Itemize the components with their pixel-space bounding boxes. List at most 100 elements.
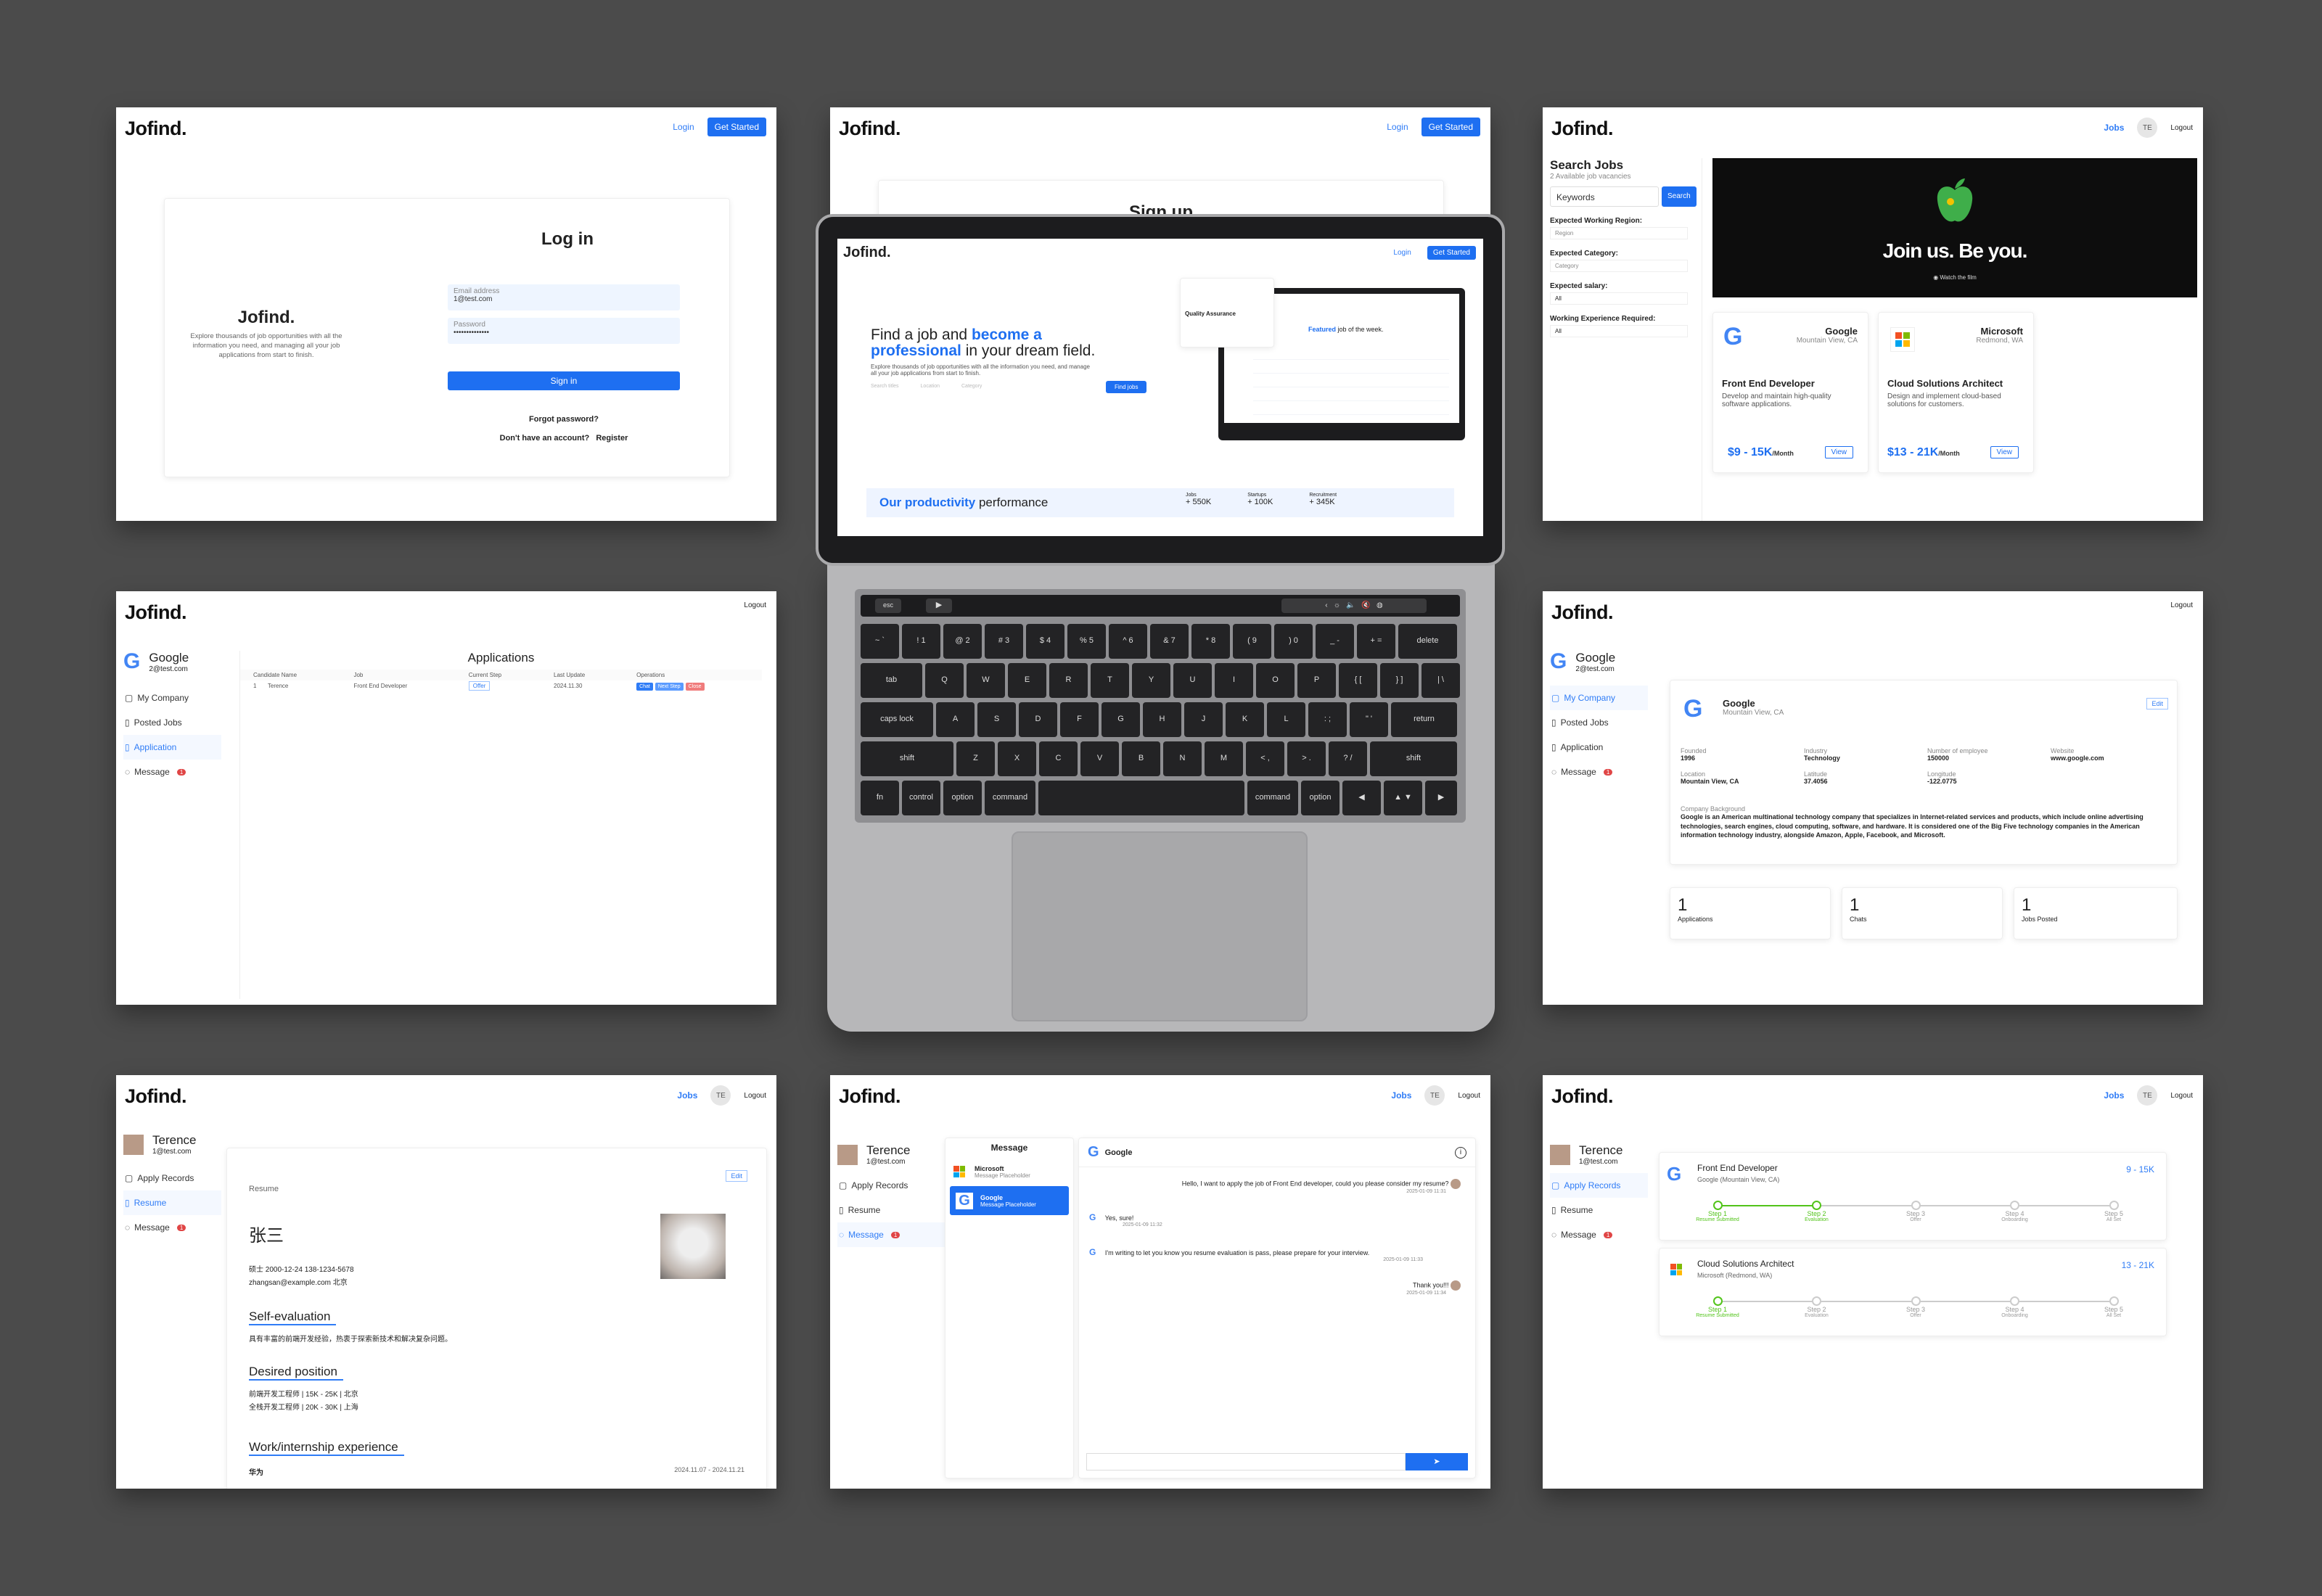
table-row: 1 Terence Front End Developer Offer 2024… [240, 680, 762, 691]
login-link[interactable]: Login [673, 122, 694, 132]
key: ) 0 [1274, 624, 1313, 659]
logo[interactable]: Jofind. [1548, 1085, 1614, 1108]
logout-link[interactable]: Logout [1458, 1092, 1480, 1100]
forgot-password-link[interactable]: Forgot password? [448, 415, 680, 424]
sidebar-item-application[interactable]: ▯ Application [1550, 735, 1648, 760]
record-card[interactable]: G Front End Developer Google (Mountain V… [1659, 1152, 2167, 1241]
logout-link[interactable]: Logout [744, 1092, 766, 1100]
close-button[interactable]: Close [685, 683, 705, 691]
logout-link[interactable]: Logout [744, 601, 766, 609]
video-banner[interactable]: Join us. Be you. ◉ Watch the film [1712, 158, 2197, 297]
jobs-link[interactable]: Jobs [2104, 123, 2124, 133]
thread-item-active[interactable]: G Google Message Placeholder [950, 1186, 1069, 1215]
salary-select[interactable]: All [1550, 292, 1688, 305]
logo[interactable]: Jofind. [122, 1085, 187, 1108]
message-input[interactable] [1086, 1453, 1406, 1470]
sidebar-item-apply-records[interactable]: ▢ Apply Records [837, 1173, 946, 1198]
sidebar-item-resume[interactable]: ▯ Resume [1550, 1198, 1648, 1222]
sidebar-item-message[interactable]: ◌ Message 1 [1550, 1222, 1648, 1247]
sidebar-item-message[interactable]: ◌ Message 1 [123, 1215, 221, 1240]
resume-panel: Jofind. Jobs TE Logout Terence 1@test.com… [116, 1075, 776, 1489]
file-icon: ▯ [1551, 742, 1556, 752]
sign-in-button[interactable]: Sign in [448, 371, 680, 390]
find-jobs-button[interactable]: Find jobs [1106, 381, 1147, 393]
get-started-button[interactable]: Get Started [1421, 118, 1480, 136]
sidebar-item-application[interactable]: ▯ Application [123, 735, 221, 760]
logout-link[interactable]: Logout [2170, 124, 2193, 132]
password-field[interactable]: Password •••••••••••••• [448, 318, 680, 344]
user-avatar[interactable]: TE [1424, 1085, 1445, 1106]
experience-select[interactable]: All [1550, 325, 1688, 337]
logo[interactable]: Jofind. [122, 117, 187, 140]
logout-link[interactable]: Logout [2170, 1092, 2193, 1100]
next-step-button[interactable]: Next Step [655, 683, 684, 691]
chat-button[interactable]: Chat [636, 683, 653, 691]
login-card: Jofind. Explore thousands of job opportu… [164, 198, 730, 477]
logo[interactable]: Jofind. [843, 244, 891, 261]
logo[interactable]: Jofind. [836, 1085, 901, 1108]
thread-item[interactable]: Microsoft Message Placeholder [945, 1157, 1073, 1186]
google-logo-icon: G [1550, 649, 1567, 673]
sidebar-item-my-company[interactable]: ▢ My Company [1550, 686, 1648, 710]
vacancy-count: 2 Available job vacancies [1550, 173, 1631, 181]
sidebar-item-my-company[interactable]: ▢ My Company [123, 686, 221, 710]
category-select[interactable]: Category [1550, 260, 1688, 272]
sidebar-item-posted-jobs[interactable]: ▯ Posted Jobs [123, 710, 221, 735]
view-button[interactable]: View [1824, 446, 1853, 458]
logo[interactable]: Jofind. [1548, 601, 1614, 624]
location-input[interactable]: Location [921, 384, 940, 389]
job-card[interactable]: Microsoft Redmond, WA Cloud Solutions Ar… [1878, 312, 2034, 473]
record-card[interactable]: Cloud Solutions Architect Microsoft (Red… [1659, 1248, 2167, 1336]
sidebar-item-apply-records[interactable]: ▢ Apply Records [1550, 1173, 1648, 1198]
user-avatar[interactable]: TE [2137, 1085, 2158, 1106]
tab-key: tab [861, 663, 922, 698]
hero-text: Find a job and [871, 326, 972, 343]
region-select[interactable]: Region [1550, 227, 1688, 239]
sidebar-item-message[interactable]: ◌ Message 1 [123, 760, 221, 784]
user-avatar[interactable]: TE [2137, 118, 2158, 138]
self-eval-text: 具有丰富的前端开发经验，热衷于探索新技术和解决复杂问题。 [249, 1336, 452, 1344]
send-button[interactable]: ➤ [1406, 1453, 1468, 1470]
email-field[interactable]: Email address 1@test.com [448, 284, 680, 310]
login-link[interactable]: Login [1393, 249, 1411, 257]
login-link[interactable]: Login [1387, 122, 1408, 132]
record-company: Microsoft (Redmond, WA) [1697, 1272, 1773, 1279]
jobs-link[interactable]: Jobs [1391, 1090, 1411, 1101]
edit-button[interactable]: Edit [2146, 698, 2168, 709]
unread-badge: 1 [1603, 1231, 1613, 1238]
watch-film-link[interactable]: ◉ Watch the film [1712, 274, 2197, 281]
sidebar-item-resume[interactable]: ▯ Resume [123, 1190, 221, 1215]
jobs-link[interactable]: Jobs [2104, 1090, 2124, 1101]
register-link[interactable]: Register [596, 434, 628, 443]
search-button[interactable]: Search [1662, 186, 1697, 207]
title-search-input[interactable]: Search titles [871, 384, 899, 389]
edit-button[interactable]: Edit [726, 1170, 747, 1182]
sidebar-item-message[interactable]: ◌ Message 1 [837, 1222, 946, 1247]
job-card[interactable]: G Google Mountain View, CA Front End Dev… [1712, 312, 1868, 473]
logout-link[interactable]: Logout [2170, 601, 2193, 609]
user-avatar[interactable]: TE [710, 1085, 731, 1106]
view-button[interactable]: View [1990, 446, 2019, 458]
key: ^ 6 [1109, 624, 1147, 659]
key: J [1184, 702, 1223, 737]
logo[interactable]: Jofind. [122, 601, 187, 624]
key: O [1256, 663, 1295, 698]
sidebar-item-resume[interactable]: ▯ Resume [837, 1198, 946, 1222]
sidebar-item-apply-records[interactable]: ▢ Apply Records [123, 1166, 221, 1190]
get-started-button[interactable]: Get Started [1427, 246, 1476, 260]
sidebar-item-posted-jobs[interactable]: ▯ Posted Jobs [1550, 710, 1648, 735]
get-started-button[interactable]: Get Started [707, 118, 766, 136]
info-icon[interactable]: i [1455, 1146, 1466, 1159]
sidebar-item-message[interactable]: ◌ Message 1 [1550, 760, 1648, 784]
arrow-right-key: ▶ [1425, 781, 1457, 815]
keywords-input[interactable]: Keywords [1550, 186, 1659, 207]
key: X [998, 741, 1036, 776]
info-field: Website www.google.com [2051, 747, 2104, 762]
logo[interactable]: Jofind. [1548, 117, 1614, 140]
category-input[interactable]: Category [961, 384, 982, 389]
jobs-link[interactable]: Jobs [677, 1090, 697, 1101]
apple-logo-icon [1937, 178, 1973, 222]
key: ? / [1329, 741, 1367, 776]
logo[interactable]: Jofind. [836, 117, 901, 140]
key: B [1122, 741, 1160, 776]
